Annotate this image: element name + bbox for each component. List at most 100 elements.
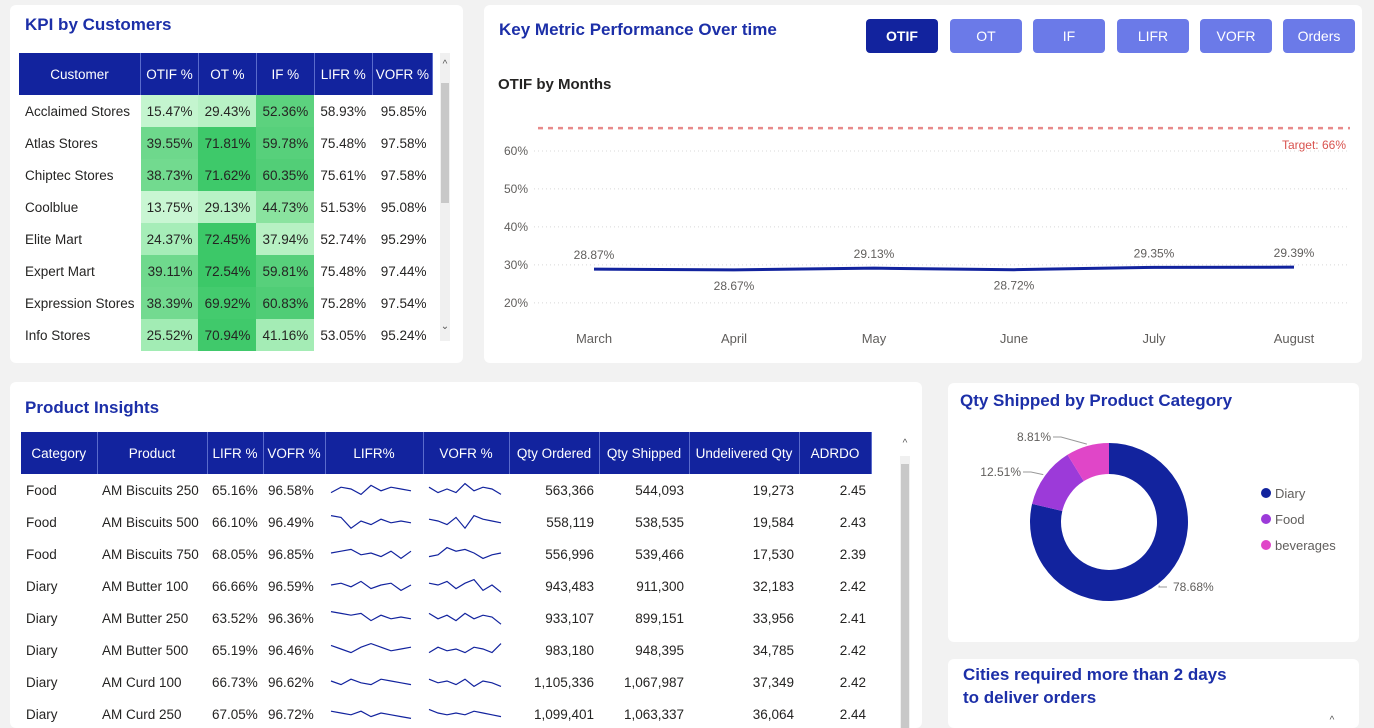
product-cell-category: Diary bbox=[26, 706, 58, 722]
product-cell-category: Diary bbox=[26, 674, 58, 690]
scroll-up-icon[interactable]: ^ bbox=[1326, 715, 1338, 726]
otif-series-line bbox=[593, 265, 1295, 272]
kpi-col-header[interactable]: LIFR % bbox=[314, 53, 373, 95]
kpi-row[interactable]: Expert Mart 39.11% 72.54% 59.81% 75.48% 97.44… bbox=[19, 255, 433, 287]
donut-data-label: 8.81% bbox=[1017, 430, 1051, 444]
legend-label: Food bbox=[1275, 512, 1305, 527]
product-col-header[interactable]: VOFR % bbox=[263, 432, 326, 474]
product-cell-vofr: 96.62% bbox=[268, 674, 314, 690]
product-title: Product Insights bbox=[25, 398, 160, 417]
product-row[interactable]: Diary AM Curd 250 67.05% 96.72% 1,099,401 1,0… bbox=[21, 698, 871, 728]
metric-btn-if[interactable]: IF bbox=[1033, 19, 1105, 53]
product-cell-product: AM Butter 100 bbox=[102, 578, 189, 594]
product-col-header[interactable]: Qty Shipped bbox=[599, 432, 690, 474]
kpi-cell-lifr: 51.53% bbox=[320, 199, 367, 215]
kpi-cell-customer: Info Stores bbox=[25, 327, 91, 343]
product-col-header[interactable]: ADRDO bbox=[799, 432, 872, 474]
x-tick-label: March bbox=[576, 331, 612, 346]
product-col-header[interactable]: Product bbox=[97, 432, 208, 474]
product-scroll-thumb[interactable] bbox=[901, 464, 909, 728]
kpi-col-header[interactable]: IF % bbox=[256, 53, 315, 95]
donut-data-label: 12.51% bbox=[980, 465, 1021, 479]
sparkline-path bbox=[428, 612, 502, 625]
product-row[interactable]: Diary AM Curd 100 66.73% 96.62% 1,105,336 1,0… bbox=[21, 666, 871, 698]
product-cell-shipped: 538,535 bbox=[635, 514, 684, 530]
product-cell-lifr: 65.16% bbox=[212, 482, 258, 498]
scroll-up-icon[interactable]: ^ bbox=[899, 438, 911, 449]
product-col-header[interactable]: LIFR% bbox=[325, 432, 424, 474]
product-cell-undelivered: 17,530 bbox=[752, 546, 794, 562]
scroll-up-icon[interactable]: ^ bbox=[439, 59, 451, 70]
product-cell-adrdo: 2.42 bbox=[839, 642, 866, 658]
x-tick-label: August bbox=[1274, 331, 1315, 346]
sparkline-path bbox=[428, 514, 502, 529]
kpi-col-header[interactable]: OTIF % bbox=[140, 53, 199, 95]
product-scrollbar[interactable] bbox=[900, 456, 910, 728]
product-cell-lifr: 65.19% bbox=[212, 642, 258, 658]
kpi-card: KPI by Customers Customer OTIF % OT % IF % L… bbox=[10, 5, 463, 363]
metric-title: Key Metric Performance Over time bbox=[499, 20, 777, 39]
kpi-cell-vofr: 97.58% bbox=[380, 135, 427, 151]
cities-card: Cities required more than 2 days to deli… bbox=[948, 659, 1359, 728]
kpi-row[interactable]: Info Stores 25.52% 70.94% 41.16% 53.05% 95.24… bbox=[19, 319, 433, 351]
kpi-cell-otif: 39.55% bbox=[140, 127, 199, 159]
legend-marker bbox=[1261, 514, 1271, 524]
kpi-row[interactable]: Atlas Stores 39.55% 71.81% 59.78% 75.48% 97.5… bbox=[19, 127, 433, 159]
product-row[interactable]: Food AM Biscuits 750 68.05% 96.85% 556,996 53… bbox=[21, 538, 871, 570]
product-cell-vofr: 96.49% bbox=[268, 514, 314, 530]
sparkline-path bbox=[330, 514, 412, 529]
product-row[interactable]: Diary AM Butter 500 65.19% 96.46% 983,180 948… bbox=[21, 634, 871, 666]
product-cell-ordered: 563,366 bbox=[545, 482, 594, 498]
kpi-cell-otif: 13.75% bbox=[140, 191, 199, 223]
product-cell-adrdo: 2.45 bbox=[839, 482, 866, 498]
spark-lifr-sparkline bbox=[330, 580, 412, 591]
product-row[interactable]: Diary AM Butter 100 66.66% 96.59% 943,483 911… bbox=[21, 570, 871, 602]
kpi-cell-if: 60.35% bbox=[256, 159, 315, 191]
kpi-row[interactable]: Chiptec Stores 38.73% 71.62% 60.35% 75.61% 97… bbox=[19, 159, 433, 191]
product-cell-product: AM Butter 250 bbox=[102, 610, 189, 626]
kpi-col-header[interactable]: VOFR % bbox=[372, 53, 434, 95]
kpi-row[interactable]: Expression Stores 38.39% 69.92% 60.83% 75.28… bbox=[19, 287, 433, 319]
spark-vofr-sparkline bbox=[428, 708, 502, 717]
product-cell-undelivered: 37,349 bbox=[752, 674, 794, 690]
product-row[interactable]: Diary AM Butter 250 63.52% 96.36% 933,107 899… bbox=[21, 602, 871, 634]
product-col-header[interactable]: VOFR % bbox=[423, 432, 510, 474]
metric-btn-ot[interactable]: OT bbox=[950, 19, 1022, 53]
y-tick-label: 50% bbox=[504, 182, 528, 196]
product-row[interactable]: Food AM Biscuits 250 65.16% 96.58% 563,366 54… bbox=[21, 474, 871, 506]
kpi-scroll-thumb[interactable] bbox=[441, 83, 449, 203]
product-cell-product: AM Biscuits 250 bbox=[102, 482, 199, 498]
sparkline-path bbox=[428, 578, 502, 593]
sparkline-path bbox=[330, 484, 412, 495]
product-cell-spark-lifr bbox=[325, 666, 423, 698]
kpi-col-header[interactable]: Customer bbox=[19, 53, 142, 95]
metric-btn-otif[interactable]: OTIF bbox=[866, 19, 938, 53]
metric-btn-orders[interactable]: Orders bbox=[1283, 19, 1355, 53]
spark-vofr-sparkline bbox=[428, 482, 502, 495]
kpi-cell-if: 60.83% bbox=[256, 287, 315, 319]
product-col-header[interactable]: LIFR % bbox=[207, 432, 264, 474]
kpi-cell-customer: Expression Stores bbox=[25, 295, 135, 311]
metric-btn-lifr[interactable]: LIFR bbox=[1117, 19, 1189, 53]
product-col-header[interactable]: Undelivered Qty bbox=[689, 432, 800, 474]
kpi-cell-ot: 29.43% bbox=[198, 95, 257, 127]
product-cell-adrdo: 2.41 bbox=[839, 610, 866, 626]
kpi-row[interactable]: Coolblue 13.75% 29.13% 44.73% 51.53% 95.08% bbox=[19, 191, 433, 223]
kpi-scrollbar[interactable] bbox=[440, 53, 450, 341]
product-cell-lifr: 66.10% bbox=[212, 514, 258, 530]
metric-btn-vofr[interactable]: VOFR bbox=[1200, 19, 1272, 53]
data-label: 28.67% bbox=[714, 279, 755, 293]
product-col-header[interactable]: Qty Ordered bbox=[509, 432, 600, 474]
kpi-col-header[interactable]: OT % bbox=[198, 53, 257, 95]
product-cell-vofr: 96.85% bbox=[268, 546, 314, 562]
kpi-cell-otif: 25.52% bbox=[140, 319, 199, 351]
kpi-row[interactable]: Elite Mart 24.37% 72.45% 37.94% 52.74% 95.29% bbox=[19, 223, 433, 255]
sparkline-path bbox=[428, 677, 502, 687]
product-cell-shipped: 948,395 bbox=[635, 642, 684, 658]
kpi-row[interactable]: Acclaimed Stores 15.47% 29.43% 52.36% 58.93%… bbox=[19, 95, 433, 127]
product-col-header[interactable]: Category bbox=[21, 432, 98, 474]
cities-title-line2: to deliver orders bbox=[963, 688, 1097, 707]
product-row[interactable]: Food AM Biscuits 500 66.10% 96.49% 558,119 53… bbox=[21, 506, 871, 538]
scroll-down-icon[interactable]: ⌄ bbox=[439, 321, 451, 332]
product-cell-vofr: 96.59% bbox=[268, 578, 314, 594]
